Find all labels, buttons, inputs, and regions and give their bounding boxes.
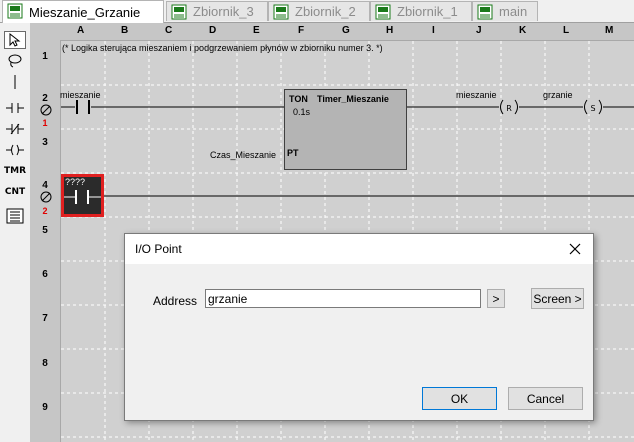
coil-icon — [6, 144, 24, 156]
function-block-icon — [6, 208, 24, 224]
ok-button[interactable]: OK — [422, 387, 497, 410]
lasso-icon — [8, 54, 22, 68]
timer-name: Timer_Mieszanie — [317, 94, 389, 104]
column-label: E — [253, 25, 260, 36]
column-label: K — [519, 25, 527, 36]
tab-main[interactable]: main — [472, 1, 538, 21]
column-label: A — [77, 25, 85, 36]
coil-set-symbol: S — [590, 104, 595, 113]
dialog-title: I/O Point — [135, 242, 182, 256]
tab-zbiornik-1[interactable]: Zbiornik_1 — [370, 1, 472, 21]
row-number: 2 — [42, 93, 48, 104]
tab-label: Zbiornik_3 — [193, 4, 254, 19]
column-label: L — [563, 25, 570, 36]
row-number: 7 — [42, 313, 48, 324]
contact-label: mieszanie — [60, 90, 101, 100]
rung-number: 2 — [42, 206, 48, 216]
ladder-toolbar: TMR CNT — [0, 23, 31, 442]
coil-reset-label: mieszanie — [456, 90, 497, 100]
no-contact-tool-button[interactable] — [4, 99, 26, 117]
row-number: 1 — [42, 51, 48, 62]
selected-contact-cell[interactable]: ???? — [61, 174, 104, 217]
timer-tool-button[interactable]: TMR — [4, 162, 26, 180]
column-header: A B C D E F G H I J K L M — [30, 23, 634, 41]
row-number: 8 — [42, 358, 48, 369]
tab-label: Zbiornik_2 — [295, 4, 356, 19]
column-label: I — [432, 25, 435, 36]
column-label: M — [605, 25, 614, 36]
ladder-program-icon — [273, 4, 289, 20]
row-header: 1 2 1 3 4 2 5 6 7 8 9 — [30, 40, 61, 442]
rung-status-icon — [40, 104, 52, 116]
rung-status-icon — [40, 191, 52, 203]
counter-tool-button[interactable]: CNT — [4, 183, 26, 201]
coil-tool-button[interactable] — [4, 141, 26, 159]
timer-pt-pin: PT — [287, 148, 299, 158]
address-browse-button[interactable]: > — [487, 289, 505, 308]
column-label: D — [209, 25, 217, 36]
tab-label: Zbiornik_1 — [397, 4, 458, 19]
vertical-line-icon — [14, 75, 16, 89]
address-label: Address — [153, 294, 198, 308]
row-number: 5 — [42, 225, 48, 236]
io-point-dialog: I/O Point Address > Screen > OK Cancel — [124, 233, 594, 421]
tab-zbiornik-2[interactable]: Zbiornik_2 — [268, 1, 370, 21]
column-label: H — [386, 25, 394, 36]
pointer-icon — [9, 33, 21, 47]
tab-label: Mieszanie_Grzanie — [29, 4, 141, 20]
tab-label: main — [499, 4, 528, 19]
row-number: 4 — [42, 180, 48, 191]
lasso-tool-button[interactable] — [4, 52, 26, 70]
timer-type: TON — [289, 94, 308, 104]
timer-block[interactable]: TON Timer_Mieszanie 0.1s PT — [284, 89, 407, 170]
ladder-program-icon — [477, 4, 493, 20]
row-number: 9 — [42, 402, 48, 413]
ladder-program-icon — [375, 4, 391, 20]
rung-comment[interactable]: (* Logika sterująca mieszaniem i podgrze… — [62, 43, 383, 53]
nc-contact-icon — [6, 123, 24, 135]
dialog-titlebar[interactable]: I/O Point — [125, 234, 593, 264]
ladder-program-icon — [171, 4, 187, 20]
close-button[interactable] — [565, 239, 585, 259]
coil-set-label: grzanie — [543, 90, 573, 100]
cancel-button[interactable]: Cancel — [508, 387, 583, 410]
row-number: 3 — [42, 137, 48, 148]
column-label: J — [476, 25, 482, 36]
tab-bar: Mieszanie_Grzanie Zbiornik_3 Zbiornik_2 … — [0, 0, 634, 23]
column-label: C — [165, 25, 173, 36]
column-label: F — [298, 25, 305, 36]
rung-number: 1 — [42, 118, 48, 128]
coil-reset-symbol: R — [506, 104, 512, 113]
close-icon — [569, 243, 581, 255]
ladder-program-icon — [7, 3, 23, 19]
timer-base: 0.1s — [293, 107, 311, 117]
screen-button[interactable]: Screen > — [531, 288, 584, 309]
row-number: 6 — [42, 269, 48, 280]
block-tool-button[interactable] — [4, 207, 26, 225]
vertical-line-tool-button[interactable] — [4, 73, 26, 91]
address-input[interactable] — [205, 289, 481, 308]
no-contact-icon — [64, 190, 101, 204]
column-label: G — [342, 25, 350, 36]
no-contact-icon — [6, 103, 24, 113]
tab-zbiornik-3[interactable]: Zbiornik_3 — [166, 1, 268, 21]
tab-mieszanie-grzanie[interactable]: Mieszanie_Grzanie — [2, 0, 164, 23]
pointer-tool-button[interactable] — [4, 31, 26, 49]
nc-contact-tool-button[interactable] — [4, 120, 26, 138]
column-label: B — [121, 25, 129, 36]
pt-variable-label: Czas_Mieszanie — [210, 150, 277, 160]
